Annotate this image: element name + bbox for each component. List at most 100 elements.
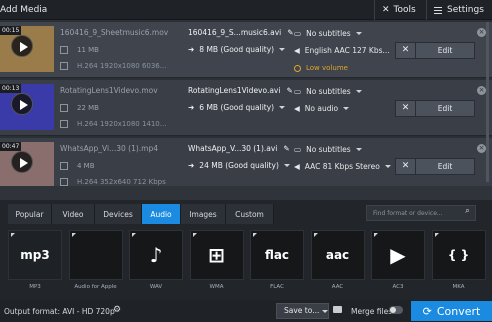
subtitles-value: No subtitles <box>306 87 351 96</box>
save-to-button[interactable]: Save to... <box>276 303 329 319</box>
play-icon[interactable] <box>11 151 33 173</box>
format-icon: mp3 <box>8 230 62 280</box>
format-label: AAC <box>331 284 344 290</box>
convert-button[interactable]: ⟳ Convert <box>411 301 492 321</box>
format-panel: Popular Video Devices Audio Images Custom Fin… <box>0 200 492 300</box>
info-icon <box>60 120 68 128</box>
video-thumbnail[interactable]: 00:47 <box>0 142 54 188</box>
audio-track-value: AAC 81 Kbps Stereo <box>304 162 380 171</box>
quality-value: 8 MB (Good quality) <box>199 45 275 54</box>
format-tile-mka[interactable]: { } MKA <box>431 230 486 292</box>
list-scrollbar[interactable] <box>486 22 489 182</box>
source-codec: H.264 352x640 712 Kbps <box>77 178 166 186</box>
speaker-icon: ◀ <box>294 46 300 55</box>
info-icon <box>60 178 68 186</box>
play-icon[interactable] <box>11 93 33 115</box>
gear-icon[interactable]: ⚙ <box>113 305 121 315</box>
pencil-icon[interactable]: ✎ <box>283 144 289 153</box>
chevron-down-icon <box>343 107 350 110</box>
output-file-name[interactable]: WhatsApp_V...30 (1).avi <box>188 144 277 153</box>
speech-bubble-icon: ▭ <box>294 145 302 154</box>
format-tile-mp3[interactable]: mp3 MP3 <box>8 230 62 292</box>
format-tile-audio-for-apple[interactable]: Audio for Apple <box>68 230 123 292</box>
quality-value: 24 MB (Good quality) <box>199 161 279 170</box>
tools-button[interactable]: ✕ Tools <box>374 0 426 20</box>
settings-button[interactable]: Settings <box>426 0 492 20</box>
tab-devices[interactable]: Devices <box>95 204 142 224</box>
menu-icon <box>434 6 442 14</box>
format-icon: ⊞ <box>189 230 244 280</box>
tab-audio[interactable]: Audio <box>142 204 181 224</box>
tab-popular[interactable]: Popular <box>8 204 52 224</box>
format-glyph: aac <box>325 248 350 262</box>
audio-track-value: No audio <box>304 104 339 113</box>
subtitles-select[interactable]: ▭ No subtitles <box>294 145 362 154</box>
format-glyph: mp3 <box>20 248 50 262</box>
add-media-button[interactable]: Add Media <box>0 5 47 15</box>
warning-text: Low volume <box>306 64 348 72</box>
arrow-right-icon: ➜ <box>188 45 195 54</box>
format-glyph: ▶ <box>390 243 406 267</box>
format-tile-wma[interactable]: ⊞ WMA <box>189 230 244 292</box>
edit-button[interactable]: ✕ Edit <box>395 42 475 59</box>
file-row[interactable]: 00:15 160416_9_Sheetmusic6.mov 11 MB H.2… <box>0 22 492 78</box>
quality-select[interactable]: ➜ 24 MB (Good quality) <box>188 161 290 170</box>
merge-files-toggle[interactable] <box>389 306 403 314</box>
chevron-down-icon <box>355 90 362 93</box>
format-glyph: ♪ <box>149 243 163 267</box>
tab-images[interactable]: Images <box>181 204 226 224</box>
top-toolbar: Add Media ✕ Tools Settings <box>0 0 492 20</box>
source-codec: H.264 1920x1080 6036... <box>77 62 167 70</box>
format-tile-ac3[interactable]: ▶ AC3 <box>371 230 425 292</box>
format-label: Audio for Apple <box>74 284 117 290</box>
subtitles-select[interactable]: ▭ No subtitles <box>294 87 362 96</box>
chevron-down-icon <box>279 48 286 51</box>
folder-icon[interactable] <box>333 306 342 313</box>
source-file-size: 22 MB <box>77 104 99 112</box>
close-icon[interactable]: × <box>477 144 486 153</box>
format-label: AC3 <box>392 284 404 290</box>
output-file-name[interactable]: RotatingLens1Videvo.avi <box>188 86 280 95</box>
info-icon <box>60 62 68 70</box>
output-format-label[interactable]: Output format: AVI - HD 720p <box>4 307 115 316</box>
quality-select[interactable]: ➜ 6 MB (Good quality) <box>188 103 286 112</box>
format-tile-wav[interactable]: ♪ WAV <box>129 230 183 292</box>
file-row[interactable]: 00:13 RotatingLens1Videvo.mov 22 MB H.26… <box>0 80 492 136</box>
low-volume-warning[interactable]: Low volume <box>294 64 348 72</box>
pencil-icon[interactable]: ✎ <box>287 28 293 37</box>
duration-badge: 00:15 <box>0 26 22 35</box>
play-icon[interactable] <box>11 35 33 57</box>
close-icon[interactable]: × <box>477 28 486 37</box>
search-icon[interactable]: ⌕ <box>461 206 474 220</box>
format-label: WMA <box>209 284 224 290</box>
source-file-size: 11 MB <box>77 46 99 54</box>
format-search-input[interactable]: Find format or device... <box>366 205 476 221</box>
edit-button[interactable]: ✕ Edit <box>395 100 475 117</box>
tools-icon: ✕ <box>396 159 416 174</box>
chevron-down-icon <box>384 165 391 168</box>
source-codec: H.264 1920x1080 1410... <box>77 120 167 128</box>
video-thumbnail[interactable]: 00:15 <box>0 26 54 72</box>
format-tile-aac[interactable]: aac AAC <box>310 230 365 292</box>
format-icon: aac <box>310 230 365 280</box>
tab-custom[interactable]: Custom <box>226 204 274 224</box>
edit-button[interactable]: ✕ Edit <box>395 158 475 175</box>
audio-track-select[interactable]: ◀ AAC 81 Kbps Stereo <box>294 162 391 171</box>
quality-select[interactable]: ➜ 8 MB (Good quality) <box>188 45 286 54</box>
subtitles-select[interactable]: ▭ No subtitles <box>294 29 362 38</box>
format-tile-flac[interactable]: flac FLAC <box>250 230 304 292</box>
format-label: WAV <box>149 284 163 290</box>
format-icon: flac <box>250 230 304 280</box>
format-label: MP3 <box>29 284 41 290</box>
tab-video[interactable]: Video <box>52 204 95 224</box>
audio-track-select[interactable]: ◀ No audio <box>294 104 350 113</box>
convert-icon: ⟳ <box>422 304 432 318</box>
format-icon: { } <box>431 230 486 280</box>
video-thumbnail[interactable]: 00:13 <box>0 84 54 130</box>
audio-track-select[interactable]: ◀ English AAC 127 Kbs... <box>294 46 401 55</box>
output-file-name[interactable]: 160416_9_S...music6.avi <box>188 28 281 37</box>
close-icon[interactable]: × <box>477 86 486 95</box>
source-file-size: 4 MB <box>77 162 95 170</box>
pencil-icon[interactable]: ✎ <box>286 86 292 95</box>
source-file-name: WhatsApp_Vi...30 (1).mp4 <box>60 144 158 153</box>
